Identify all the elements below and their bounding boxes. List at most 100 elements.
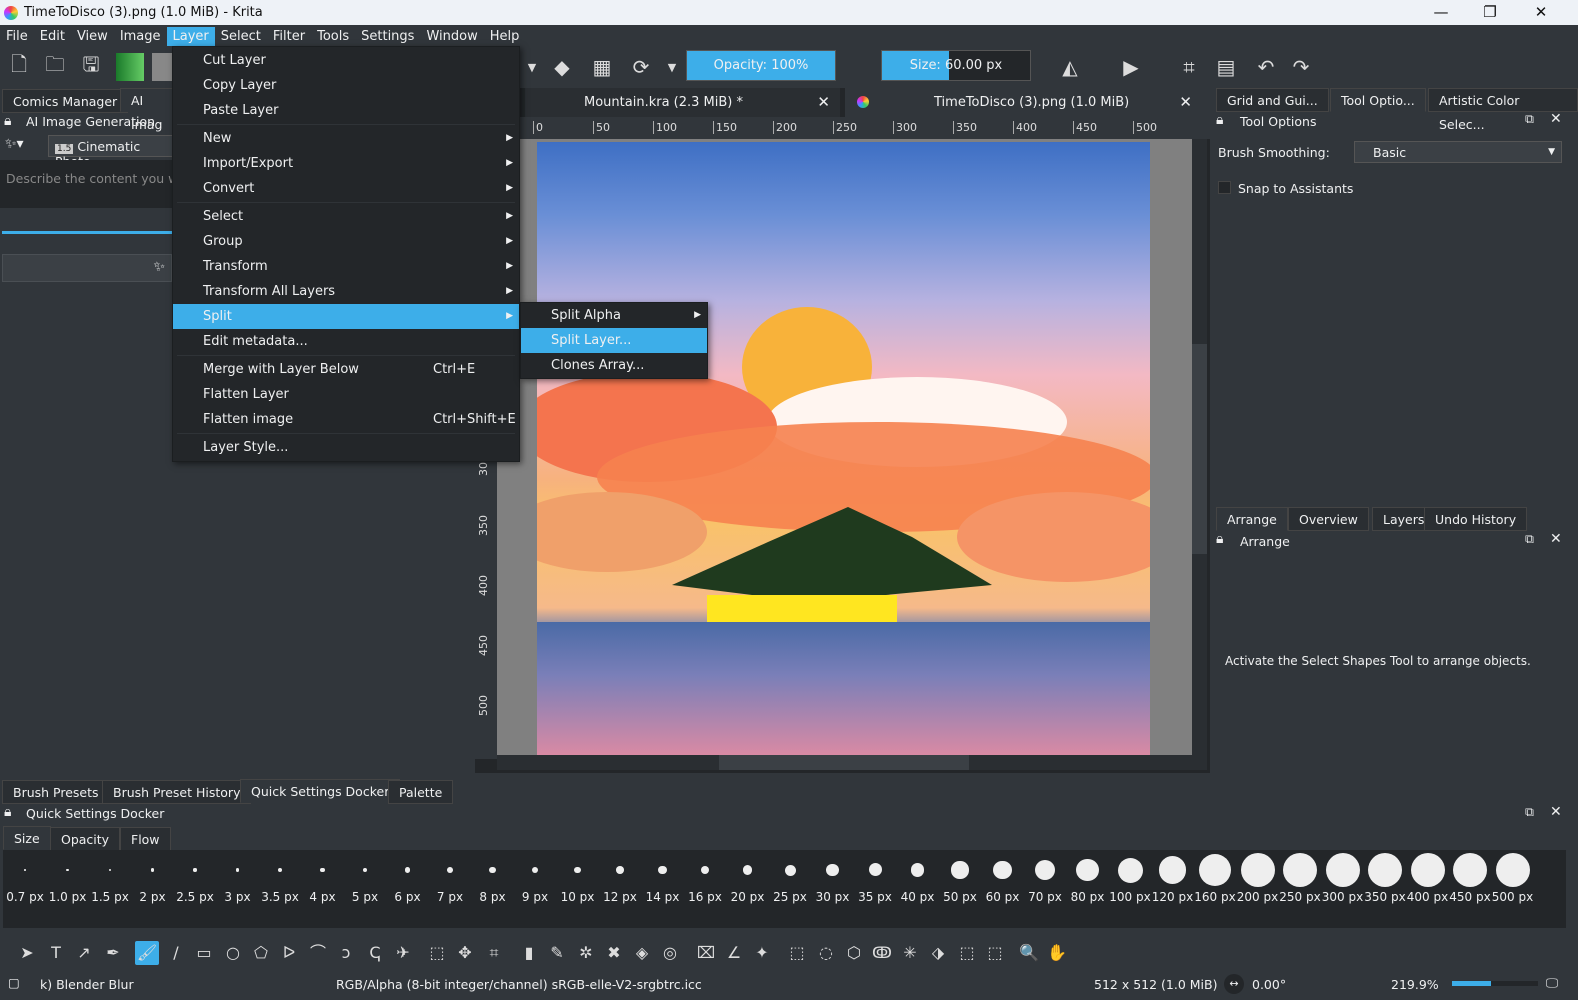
menu-file[interactable]: File — [0, 27, 34, 46]
ellipse-select-tool-icon[interactable]: ◌ — [814, 941, 838, 965]
polyline-tool-icon[interactable]: ᐅ — [277, 941, 301, 965]
alpha-lock-icon[interactable]: ▦ — [588, 53, 616, 81]
transform-tool-icon[interactable]: ⬚ — [425, 941, 449, 965]
polygon-tool-icon[interactable]: ⬠ — [249, 941, 273, 965]
subtab-flow[interactable]: Flow — [120, 827, 171, 851]
menu-item-split-alpha[interactable]: Split Alpha ▶ — [521, 303, 707, 328]
perspective-grid-tool-icon[interactable]: ⌧ — [694, 941, 718, 965]
menu-item-split-layer[interactable]: Split Layer... — [521, 328, 707, 353]
menu-view[interactable]: View — [71, 27, 114, 46]
brush-size-item[interactable]: 1.0 px — [47, 850, 89, 904]
similar-select-tool-icon[interactable]: ⬗ — [926, 941, 950, 965]
menu-edit[interactable]: Edit — [34, 27, 71, 46]
brush-size-item[interactable]: 3 px — [217, 850, 259, 904]
doc-tab-timetodisco[interactable]: TimeToDisco (3).png (1.0 MiB) ✕ — [845, 88, 1210, 117]
generate-button[interactable]: ✨︎ — [2, 254, 172, 282]
bezier-select-tool-icon[interactable]: ⬚ — [955, 941, 979, 965]
menu-item-cut-layer[interactable]: Cut Layer — [173, 48, 519, 73]
snap-checkbox[interactable] — [1218, 181, 1231, 194]
brush-size-item[interactable]: 1.5 px — [89, 850, 131, 904]
bezier-tool-icon[interactable]: ⌒ — [306, 941, 330, 965]
menu-item-merge-with-layer-below[interactable]: Merge with Layer Below Ctrl+E — [173, 357, 519, 382]
brush-size-item[interactable]: 40 px — [897, 850, 939, 904]
menu-item-flatten-image[interactable]: Flatten image Ctrl+Shift+E — [173, 407, 519, 432]
dynamic-brush-tool-icon[interactable]: ↅ — [363, 941, 387, 965]
brush-size-item[interactable]: 400 px — [1407, 850, 1449, 904]
brush-size-item[interactable]: 10 px — [557, 850, 599, 904]
tab-quick-settings[interactable]: Quick Settings Docker — [240, 779, 401, 803]
freehand-select-tool-icon[interactable]: ↂ — [870, 941, 894, 965]
brush-size-item[interactable]: 3.5 px — [259, 850, 301, 904]
menu-image[interactable]: Image — [114, 27, 167, 46]
tab-grid-guides[interactable]: Grid and Gui... — [1216, 88, 1329, 112]
vertical-scrollbar[interactable] — [1192, 139, 1207, 755]
polygon-select-tool-icon[interactable]: ⬡ — [842, 941, 866, 965]
edit-shapes-tool-icon[interactable]: ↗ — [72, 941, 96, 965]
brush-size-item[interactable]: 80 px — [1067, 850, 1109, 904]
close-tab-icon[interactable]: ✕ — [817, 88, 830, 117]
menu-item-paste-layer[interactable]: Paste Layer — [173, 98, 519, 123]
smoothing-select[interactable]: Basic ▼ — [1354, 141, 1562, 163]
brush-size-item[interactable]: 30 px — [812, 850, 854, 904]
menu-item-convert[interactable]: Convert ▶ — [173, 176, 519, 201]
freehand-path-tool-icon[interactable]: ↄ — [334, 941, 358, 965]
ellipse-tool-icon[interactable]: ○ — [221, 941, 245, 965]
gradient-swatch[interactable] — [116, 53, 144, 81]
tab-tool-options[interactable]: Tool Optio... — [1330, 88, 1426, 112]
select-shapes-tool-icon[interactable]: ➤ — [15, 941, 39, 965]
tab-comics-manager[interactable]: Comics Manager — [2, 89, 129, 113]
save-icon[interactable]: 🖫 — [77, 52, 105, 81]
brush-size-item[interactable]: 16 px — [684, 850, 726, 904]
tab-ai-image[interactable]: AI Imag — [120, 88, 174, 132]
tab-artistic-color[interactable]: Artistic Color Selec... — [1428, 88, 1578, 132]
brush-size-item[interactable]: 350 px — [1364, 850, 1406, 904]
line-tool-icon[interactable]: / — [164, 941, 188, 965]
rectangle-tool-icon[interactable]: ▭ — [192, 941, 216, 965]
brush-size-item[interactable]: 450 px — [1449, 850, 1491, 904]
menu-item-clones-array[interactable]: Clones Array... — [521, 353, 707, 378]
fill-tool-icon[interactable]: ◈ — [630, 941, 654, 965]
enclosed-fill-tool-icon[interactable]: ◎ — [658, 941, 682, 965]
menu-settings[interactable]: Settings — [355, 27, 420, 46]
brush-size-item[interactable]: 35 px — [854, 850, 896, 904]
chevron-down-icon[interactable]: ▼ — [658, 53, 686, 81]
close-icon[interactable]: ✕ — [1550, 804, 1562, 820]
menu-item-group[interactable]: Group ▶ — [173, 229, 519, 254]
float-icon[interactable]: ⧉ — [1525, 531, 1534, 547]
zoom-slider[interactable] — [1452, 981, 1538, 986]
chevron-down-icon[interactable]: ▼ — [518, 53, 546, 81]
color-picker-tool-icon[interactable]: ✎ — [545, 941, 569, 965]
brush-size-item[interactable]: 70 px — [1024, 850, 1066, 904]
menu-item-transform-all-layers[interactable]: Transform All Layers ▶ — [173, 279, 519, 304]
rect-select-tool-icon[interactable]: ⬚ — [785, 941, 809, 965]
tab-palette[interactable]: Palette — [388, 780, 454, 804]
brush-size-item[interactable]: 100 px — [1109, 850, 1151, 904]
magic-wand-icon[interactable]: ✨︎▾ — [5, 136, 24, 152]
lock-icon[interactable]: 🔒︎ — [1216, 531, 1223, 547]
menu-item-layer-style[interactable]: Layer Style... — [173, 435, 519, 460]
brush-size-item[interactable]: 25 px — [769, 850, 811, 904]
menu-item-copy-layer[interactable]: Copy Layer — [173, 73, 519, 98]
menu-help[interactable]: Help — [484, 27, 526, 46]
doc-tab-mountain[interactable]: Mountain.kra (2.3 MiB) * ✕ — [525, 88, 840, 117]
new-document-icon[interactable]: 🗋 — [5, 52, 33, 81]
measure-tool-icon[interactable]: ∠ — [722, 941, 746, 965]
display-icon[interactable]: 🖵 — [1546, 975, 1558, 991]
brush-size-item[interactable]: 8 px — [472, 850, 514, 904]
brush-size-item[interactable]: 200 px — [1237, 850, 1279, 904]
menu-layer[interactable]: Layer — [166, 26, 215, 46]
menu-item-edit-metadata[interactable]: Edit metadata... — [173, 329, 519, 354]
float-icon[interactable]: ⧉ — [1525, 111, 1534, 127]
opacity-slider[interactable]: Opacity: 100% — [686, 50, 836, 81]
menu-select[interactable]: Select — [215, 27, 267, 46]
pan-tool-icon[interactable]: ✋ — [1045, 941, 1069, 965]
menu-item-import-export[interactable]: Import/Export ▶ — [173, 151, 519, 176]
menu-item-select[interactable]: Select ▶ — [173, 204, 519, 229]
brush-size-item[interactable]: 12 px — [599, 850, 641, 904]
subtab-opacity[interactable]: Opacity — [50, 827, 121, 851]
multibrush-tool-icon[interactable]: ✈ — [391, 941, 415, 965]
move-tool-icon[interactable]: ✥ — [453, 941, 477, 965]
close-icon[interactable]: ✕ — [1550, 531, 1562, 547]
redo-icon[interactable]: ↷ — [1287, 53, 1315, 81]
close-tab-icon[interactable]: ✕ — [1179, 88, 1192, 117]
